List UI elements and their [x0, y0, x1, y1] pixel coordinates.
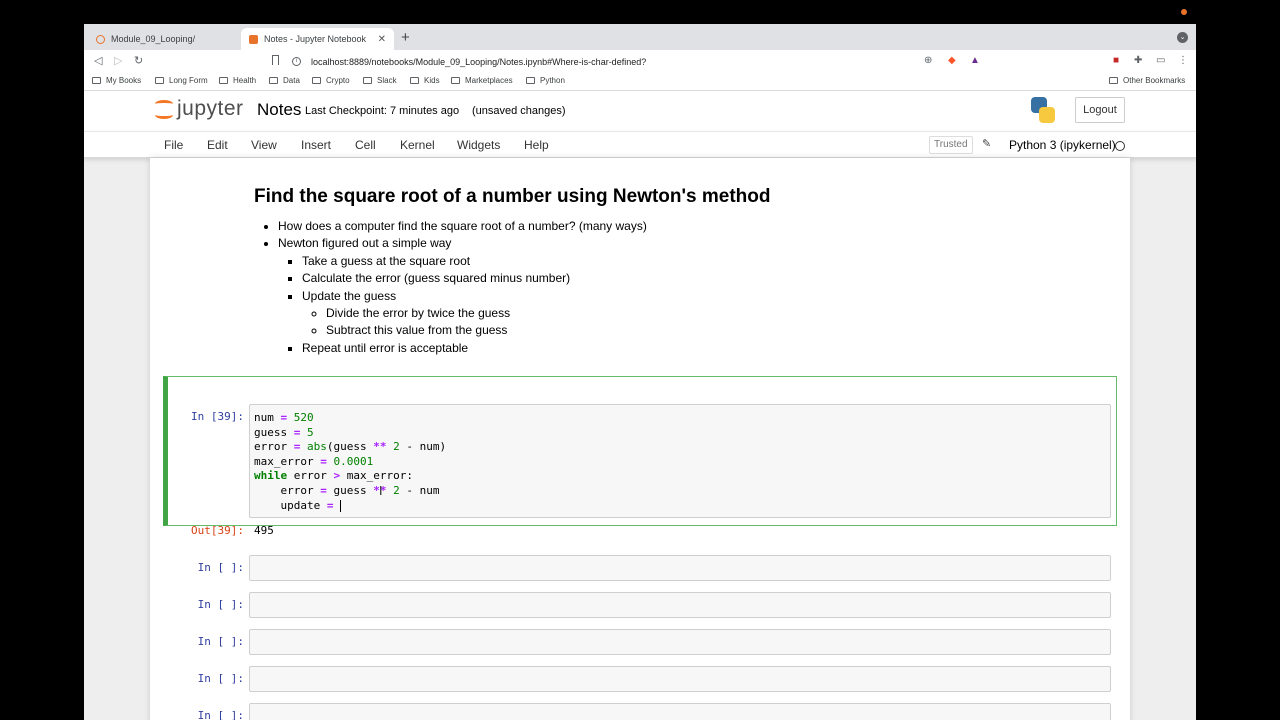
autosave-status: (unsaved changes)	[472, 105, 566, 117]
in-prompt: In [ ]:	[197, 635, 244, 648]
empty-code-cell[interactable]	[249, 629, 1111, 655]
list-item: Subtract this value from the guess	[326, 322, 1114, 339]
folder-icon	[1109, 77, 1118, 84]
folder-icon	[363, 77, 372, 84]
out-prompt: Out[39]:	[191, 524, 244, 537]
bookmark-marketplaces[interactable]: Marketplaces	[451, 76, 513, 85]
in-prompt: In [ ]:	[197, 598, 244, 611]
close-tab-icon[interactable]: ✕	[378, 34, 386, 45]
menu-cell[interactable]: Cell	[355, 138, 376, 152]
folder-icon	[312, 77, 321, 84]
jupyter-favicon-icon	[96, 34, 105, 44]
in-prompt: In [ ]:	[197, 672, 244, 685]
jupyter-logo-icon	[154, 97, 174, 121]
menu-icon[interactable]: ⋮	[1178, 55, 1188, 66]
notebook-container: Find the square root of a number using N…	[150, 158, 1130, 720]
bookmark-slack[interactable]: Slack	[363, 76, 397, 85]
forward-icon[interactable]: ▷	[114, 54, 122, 67]
notebook-title[interactable]: Notes	[257, 100, 301, 120]
code-editor[interactable]: num = 520 guess = 5 error = abs(guess **…	[249, 404, 1111, 518]
tab-label: Module_09_Looping/	[111, 34, 196, 44]
empty-code-cell[interactable]	[249, 703, 1111, 720]
brave-rewards-icon[interactable]: ▲	[970, 55, 980, 66]
bookmark-long-form[interactable]: Long Form	[155, 76, 208, 85]
kernel-idle-indicator-icon	[1115, 141, 1125, 151]
tab-notes[interactable]: Notes - Jupyter Notebook ✕	[241, 28, 394, 50]
text-cursor	[340, 499, 342, 512]
brave-shield-icon[interactable]: ◆	[948, 55, 956, 66]
back-icon[interactable]: ◁	[94, 54, 102, 67]
folder-icon	[155, 77, 164, 84]
list-item: Repeat until error is acceptable	[302, 340, 1114, 357]
menu-widgets[interactable]: Widgets	[457, 138, 500, 152]
folder-icon	[92, 77, 101, 84]
site-info-icon[interactable]: i	[292, 57, 301, 66]
zoom-icon[interactable]: ⊕	[924, 55, 932, 66]
folder-icon	[219, 77, 228, 84]
bookmark-my-books[interactable]: My Books	[92, 76, 141, 85]
kernel-name[interactable]: Python 3 (ipykernel)	[1009, 138, 1116, 152]
logout-button[interactable]: Logout	[1075, 97, 1125, 123]
in-prompt: In [ ]:	[197, 561, 244, 574]
jupyter-header: jupyter Notes Last Checkpoint: 7 minutes…	[84, 91, 1196, 131]
bookmark-crypto[interactable]: Crypto	[312, 76, 350, 85]
menu-kernel[interactable]: Kernel	[400, 138, 435, 152]
url-field[interactable]: i localhost:8889/notebooks/Module_09_Loo…	[292, 53, 948, 70]
list-item: Update the guess Divide the error by twi…	[302, 288, 1114, 340]
tab-search-icon[interactable]: ⌄	[1177, 32, 1188, 43]
bookmark-kids[interactable]: Kids	[410, 76, 440, 85]
reload-icon[interactable]: ↻	[134, 54, 143, 67]
address-bar: ◁ ▷ ↻ i localhost:8889/notebooks/Module_…	[84, 50, 1196, 72]
list-item: How does a computer find the square root…	[278, 218, 1114, 235]
markdown-cell[interactable]: Find the square root of a number using N…	[254, 186, 1114, 357]
jupyter-logo[interactable]: jupyter	[154, 97, 244, 121]
folder-icon	[410, 77, 419, 84]
bookmark-other[interactable]: Other Bookmarks	[1109, 76, 1185, 85]
notebook-favicon-icon	[249, 34, 258, 44]
checkpoint-status: Last Checkpoint: 7 minutes ago	[305, 105, 460, 117]
edit-mode-pencil-icon: ✎	[982, 138, 992, 150]
menu-edit[interactable]: Edit	[207, 138, 228, 152]
extensions-puzzle-icon[interactable]: ✚	[1134, 55, 1142, 66]
empty-code-cell[interactable]	[249, 666, 1111, 692]
in-prompt: In [39]:	[191, 410, 244, 423]
list-item: Calculate the error (guess squared minus…	[302, 270, 1114, 287]
empty-code-cell[interactable]	[249, 592, 1111, 618]
menu-file[interactable]: File	[164, 138, 183, 152]
menu-help[interactable]: Help	[524, 138, 549, 152]
bookmark-data[interactable]: Data	[269, 76, 300, 85]
list-item: Divide the error by twice the guess	[326, 305, 1114, 322]
menu-view[interactable]: View	[251, 138, 277, 152]
wallet-icon[interactable]: ▭	[1156, 55, 1165, 66]
bullet-list: How does a computer find the square root…	[254, 218, 1114, 357]
menu-insert[interactable]: Insert	[301, 138, 331, 152]
notebook-menubar: File Edit View Insert Cell Kernel Widget…	[84, 131, 1196, 158]
cell-output: 495	[254, 524, 274, 537]
bookmark-health[interactable]: Health	[219, 76, 256, 85]
in-prompt: In [ ]:	[197, 709, 244, 720]
browser-window: Module_09_Looping/ Notes - Jupyter Noteb…	[84, 24, 1196, 720]
folder-icon	[451, 77, 460, 84]
tab-bar: Module_09_Looping/ Notes - Jupyter Noteb…	[84, 24, 1196, 50]
list-item: Newton figured out a simple way Take a g…	[278, 235, 1114, 357]
extension-icon[interactable]: ■	[1113, 55, 1119, 66]
folder-icon	[526, 77, 535, 84]
markdown-heading: Find the square root of a number using N…	[254, 186, 771, 207]
recording-indicator	[1181, 9, 1187, 15]
bookmark-python[interactable]: Python	[526, 76, 565, 85]
tab-label: Notes - Jupyter Notebook	[264, 34, 367, 44]
python-logo-icon	[1031, 97, 1055, 123]
trusted-indicator[interactable]: Trusted	[929, 136, 973, 154]
tab-module-09[interactable]: Module_09_Looping/	[88, 28, 238, 50]
mouse-ibeam-cursor-icon: I	[379, 484, 383, 498]
folder-icon	[269, 77, 278, 84]
new-tab-button[interactable]: +	[401, 30, 410, 46]
list-item: Take a guess at the square root	[302, 253, 1114, 270]
bookmarks-bar: My Books Long Form Health Data Crypto Sl…	[84, 72, 1196, 91]
code-text: num = 520 guess = 5 error = abs(guess **…	[254, 411, 447, 512]
empty-code-cell[interactable]	[249, 555, 1111, 581]
bookmark-icon[interactable]	[272, 55, 279, 65]
url-text: localhost:8889/notebooks/Module_09_Loopi…	[311, 56, 647, 67]
